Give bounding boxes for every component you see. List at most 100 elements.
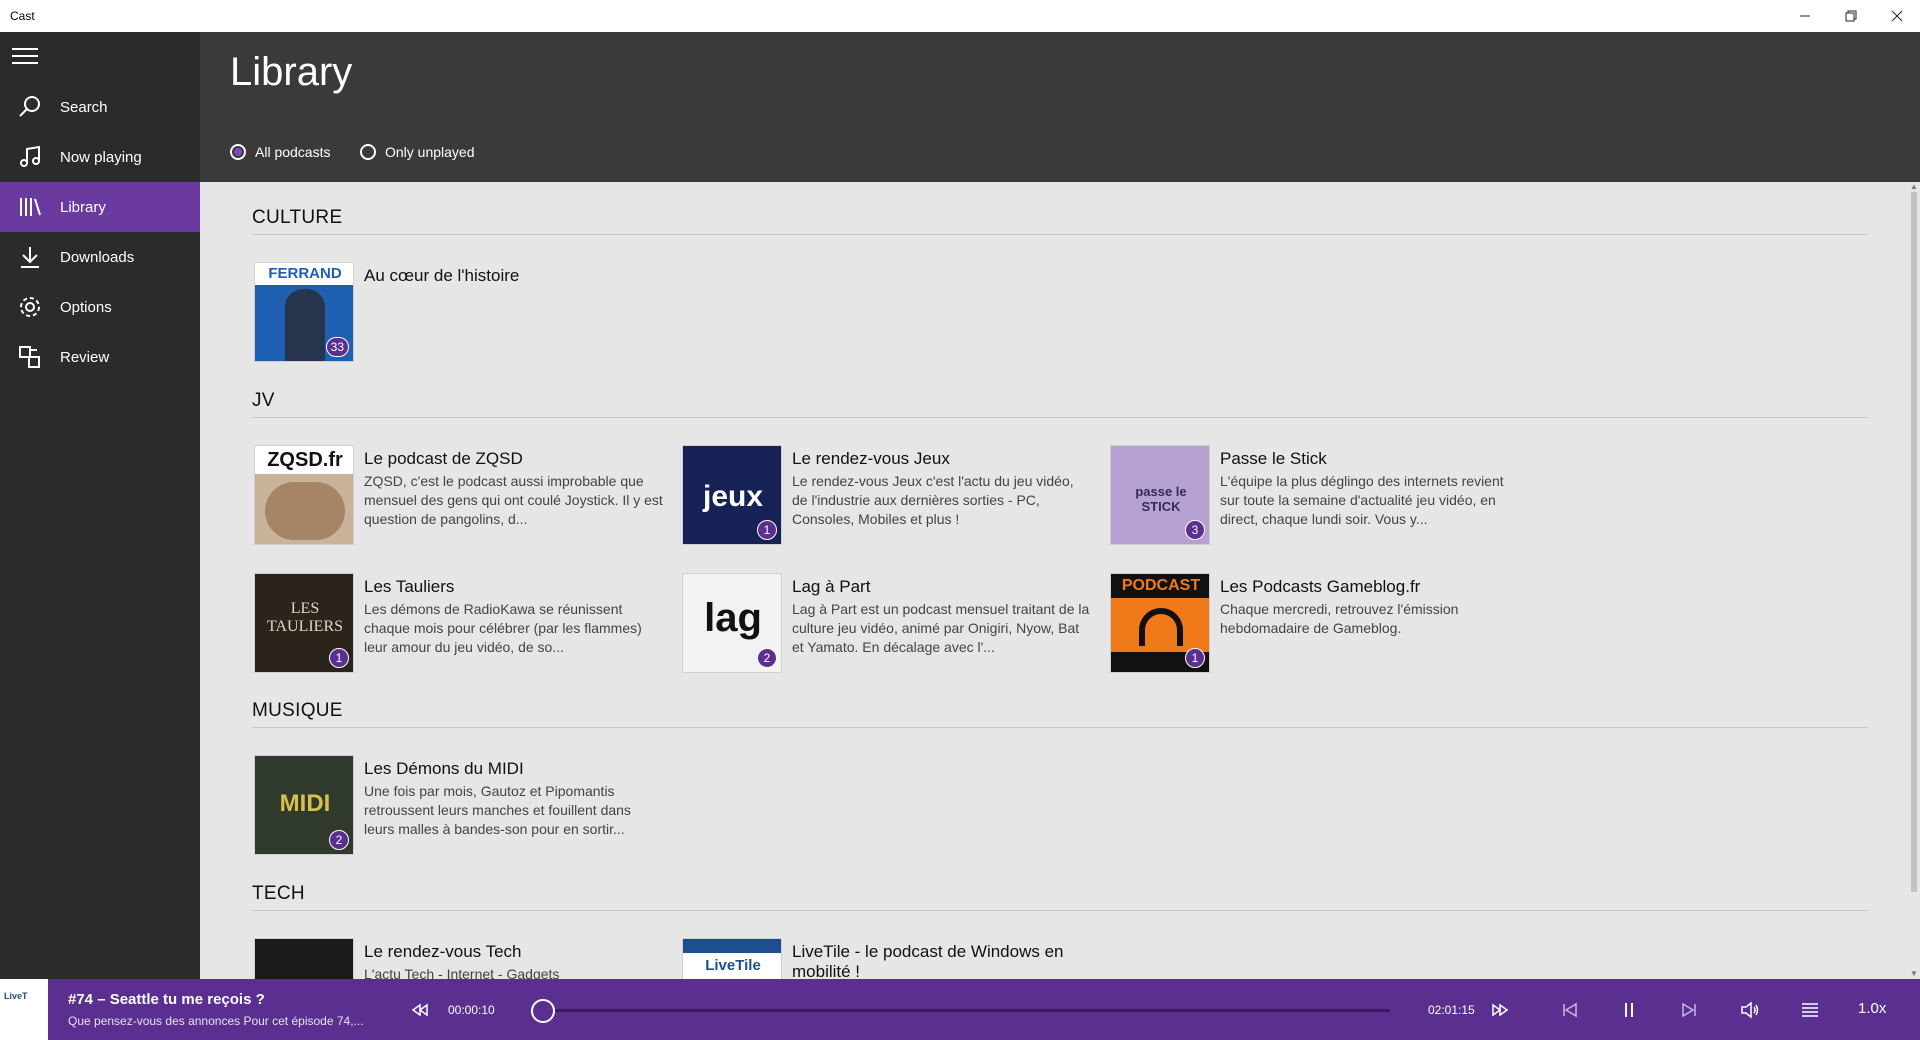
podcast-card[interactable]: FERRAND 33 Au cœur de l'histoire — [252, 258, 672, 362]
fast-forward-button[interactable] — [1485, 979, 1515, 1040]
unplayed-count-badge: 2 — [329, 830, 349, 850]
podcast-title: Le podcast de ZQSD — [364, 449, 523, 468]
podcast-title: Au cœur de l'histoire — [364, 266, 520, 285]
fast-forward-icon — [1492, 1003, 1509, 1016]
podcast-card[interactable]: Le rendez-vous Tech L'actu Tech - Intern… — [252, 934, 672, 979]
rewind-button[interactable] — [405, 979, 435, 1040]
podcast-description: ZQSD, c'est le podcast aussi improbable … — [364, 473, 663, 527]
library-content[interactable]: CULTURE FERRAND 33 Au cœur de l'histoire… — [200, 182, 1908, 979]
restore-button[interactable] — [1828, 0, 1874, 32]
sidebar-item-review[interactable]: Review — [0, 332, 200, 382]
playlist-icon — [1802, 1002, 1818, 1017]
podcast-card[interactable]: PODCAST 1 Les Podcasts Gameblog.fr Chaqu… — [1108, 569, 1528, 673]
hamburger-menu-button[interactable] — [12, 44, 40, 68]
seek-slider-thumb[interactable] — [531, 999, 556, 1023]
podcast-artwork: LES TAULIERS 1 — [254, 573, 354, 673]
artwork-header — [683, 939, 781, 953]
music-note-icon — [20, 145, 40, 167]
podcast-card[interactable]: MIDI 2 Les Démons du MIDI Une fois par m… — [252, 751, 672, 855]
elapsed-time: 00:00:10 — [448, 1003, 495, 1017]
title-bar: Cast — [0, 0, 1920, 32]
sidebar: Search Now playing Library Downloads Opt… — [0, 32, 200, 979]
player-bar: LiveT #74 – Seattle tu me reçois ? Que p… — [0, 979, 1920, 1040]
podcast-artwork: ZQSD.fr — [254, 445, 354, 545]
sidebar-item-downloads[interactable]: Downloads — [0, 232, 200, 282]
playlist-button[interactable] — [1795, 979, 1825, 1040]
skip-next-icon — [1682, 1002, 1696, 1017]
unplayed-count-badge: 2 — [757, 648, 777, 668]
portrait-shape — [285, 289, 325, 361]
podcast-card[interactable]: passe le STICK 3 Passe le Stick L'équipe… — [1108, 441, 1528, 545]
podcast-title: Le rendez-vous Tech — [364, 942, 522, 961]
podcast-title: Les Démons du MIDI — [364, 759, 524, 778]
duration-time: 02:01:15 — [1428, 1003, 1475, 1017]
scroll-up-icon[interactable]: ▲ — [1910, 183, 1918, 191]
skip-previous-icon — [1563, 1002, 1577, 1017]
episode-title: #74 – Seattle tu me reçois ? — [68, 991, 265, 1008]
close-button[interactable] — [1874, 0, 1920, 32]
sidebar-item-search[interactable]: Search — [0, 82, 200, 132]
window-title: Cast — [10, 9, 35, 23]
podcast-title: LiveTile - le podcast de Windows en mobi… — [792, 942, 1064, 979]
radio-label: Only unplayed — [385, 144, 475, 160]
podcast-description: Le rendez-vous Jeux c'est l'actu du jeu … — [792, 473, 1074, 527]
podcast-card[interactable]: jeux 1 Le rendez-vous Jeux Le rendez-vou… — [680, 441, 1100, 545]
pause-button[interactable] — [1614, 979, 1644, 1040]
radio-checked-icon — [230, 144, 246, 160]
podcast-description: Lag à Part est un podcast mensuel traita… — [792, 601, 1090, 655]
filter-all-podcasts-radio[interactable]: All podcasts — [230, 144, 330, 160]
section-title: JV — [252, 390, 275, 411]
sidebar-item-now-playing[interactable]: Now playing — [0, 132, 200, 182]
sidebar-item-label: Search — [60, 98, 108, 116]
podcast-card[interactable]: ZQSD.fr Le podcast de ZQSD ZQSD, c'est l… — [252, 441, 672, 545]
previous-button[interactable] — [1555, 979, 1585, 1040]
artwork-text: ZQSD.fr — [255, 446, 353, 474]
unplayed-count-badge: 3 — [1185, 520, 1205, 540]
podcast-description — [364, 289, 664, 346]
review-icon — [19, 346, 40, 368]
section-title: CULTURE — [252, 207, 343, 228]
scrollbar-thumb[interactable] — [1911, 192, 1917, 892]
podcast-description: Une fois par mois, Gautoz et Pipomantis … — [364, 783, 631, 837]
sidebar-item-options[interactable]: Options — [0, 282, 200, 332]
minimize-button[interactable] — [1782, 0, 1828, 32]
restore-icon — [1845, 10, 1857, 22]
seek-bar[interactable] — [542, 1009, 1390, 1012]
podcast-artwork: FERRAND 33 — [254, 262, 354, 362]
podcast-card[interactable]: lag 2 Lag à Part Lag à Part est un podca… — [680, 569, 1100, 673]
volume-icon — [1741, 1000, 1759, 1019]
sidebar-item-label: Now playing — [60, 148, 142, 166]
scroll-down-icon[interactable]: ▼ — [1910, 970, 1918, 978]
artwork-text: FERRAND — [255, 263, 353, 285]
podcast-artwork: LiveTile — [682, 938, 782, 979]
podcast-description: L'actu Tech - Internet - Gadgets — [364, 966, 560, 979]
artwork-text: lag — [704, 596, 762, 640]
radio-unchecked-icon — [360, 144, 376, 160]
podcast-card[interactable]: LES TAULIERS 1 Les Tauliers Les démons d… — [252, 569, 672, 673]
filter-only-unplayed-radio[interactable]: Only unplayed — [360, 144, 475, 160]
podcast-artwork — [254, 938, 354, 979]
next-button[interactable] — [1674, 979, 1704, 1040]
page-title: Library — [230, 50, 353, 94]
section-musique: MUSIQUE — [252, 695, 1868, 728]
episode-subtitle: Que pensez-vous des annonces Pour cet ép… — [68, 1014, 364, 1028]
pause-icon — [1625, 1002, 1633, 1017]
playback-speed-button[interactable]: 1.0x — [1858, 1000, 1886, 1017]
episode-artwork[interactable]: LiveT — [0, 979, 48, 1040]
unplayed-count-badge: 1 — [757, 520, 777, 540]
artwork-text: MIDI — [279, 790, 331, 817]
podcast-title: Les Tauliers — [364, 577, 455, 596]
unplayed-count-badge: 1 — [329, 648, 349, 668]
volume-button[interactable] — [1735, 979, 1765, 1040]
rewind-icon — [411, 1003, 428, 1016]
podcast-card[interactable]: LiveTile LiveTile - le podcast de Window… — [680, 934, 1100, 979]
sidebar-item-library[interactable]: Library — [0, 182, 200, 232]
podcast-title: Passe le Stick — [1220, 449, 1327, 468]
vertical-scrollbar[interactable]: ▲ ▼ — [1908, 182, 1920, 979]
sidebar-item-label: Options — [60, 298, 112, 316]
podcast-description: Chaque mercredi, retrouvez l'émission he… — [1220, 601, 1459, 636]
section-divider — [252, 910, 1868, 911]
artwork-text: LES TAULIERS — [266, 600, 344, 635]
artwork-text: PODCAST — [1111, 574, 1209, 598]
artwork-text: jeux — [702, 480, 764, 513]
